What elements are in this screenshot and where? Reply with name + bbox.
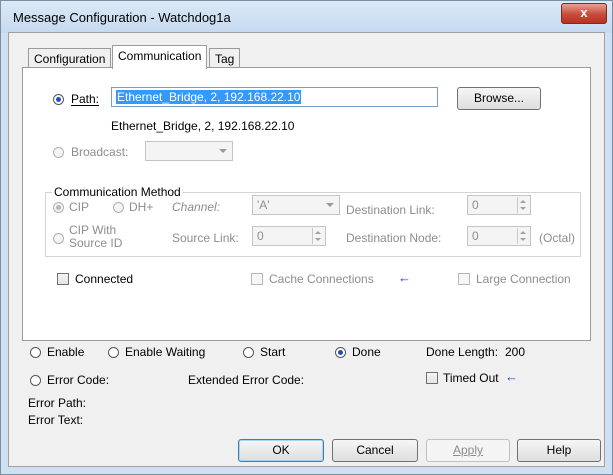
path-input[interactable]: Ethernet_Bridge, 2, 192.168.22.10 <box>111 87 438 107</box>
cip-source-line2: Source ID <box>69 236 123 250</box>
done-length-value: 200 <box>505 345 526 359</box>
tab-communication-label: Communication <box>118 49 202 63</box>
communication-method-title: Communication Method <box>52 185 183 199</box>
destination-node-value: 0 <box>472 229 479 243</box>
connected-checkbox[interactable] <box>57 273 69 285</box>
broadcast-radio[interactable] <box>53 147 64 158</box>
done-length-label: Done Length: <box>426 345 499 359</box>
large-connection-checkbox[interactable] <box>458 273 470 285</box>
error-code-label: Error Code: <box>47 373 110 387</box>
path-input-value: Ethernet_Bridge, 2, 192.168.22.10 <box>116 90 302 104</box>
extended-error-code-label: Extended Error Code: <box>188 373 305 387</box>
cip-radio[interactable] <box>53 202 64 213</box>
cip-label: CIP <box>69 200 90 214</box>
cip-source-id-radio[interactable] <box>53 233 64 244</box>
tab-tag[interactable]: Tag <box>209 48 241 69</box>
arrow-left-icon: ← <box>398 270 411 285</box>
chevron-down-icon <box>326 203 334 207</box>
cip-source-id-label: CIP With Source ID <box>69 224 122 250</box>
tab-communication[interactable]: Communication <box>112 45 208 69</box>
help-button[interactable]: Help <box>517 439 601 462</box>
cancel-button[interactable]: Cancel <box>332 439 418 462</box>
enable-label: Enable <box>47 345 85 359</box>
destination-link-label: Destination Link: <box>346 203 435 217</box>
arrow-left-icon: ← <box>505 369 518 384</box>
start-status-radio <box>243 347 254 358</box>
destination-node-input[interactable]: 0 <box>467 226 531 246</box>
cache-connections-label: Cache Connections <box>269 272 374 286</box>
enable-status-radio <box>30 347 41 358</box>
ok-button[interactable]: OK <box>238 439 324 462</box>
path-label: Path: <box>71 92 100 106</box>
destination-link-input[interactable]: 0 <box>467 195 531 215</box>
chevron-down-icon <box>219 149 227 153</box>
channel-value: 'A' <box>257 198 270 212</box>
resolved-path-text: Ethernet_Bridge, 2, 192.168.22.10 <box>111 119 295 133</box>
enable-waiting-label: Enable Waiting <box>125 345 206 359</box>
timed-out-label: Timed Out <box>443 371 499 385</box>
browse-button[interactable]: Browse... <box>457 87 541 110</box>
error-text-label: Error Text: <box>28 413 84 427</box>
done-label: Done <box>352 345 381 359</box>
cache-connections-checkbox[interactable] <box>251 273 263 285</box>
destination-node-label: Destination Node: <box>346 231 442 245</box>
source-link-value: 0 <box>257 229 264 243</box>
tab-configuration[interactable]: Configuration <box>28 48 112 69</box>
broadcast-dropdown[interactable] <box>145 141 233 161</box>
destination-link-value: 0 <box>472 198 479 212</box>
close-icon: x <box>580 5 588 20</box>
channel-label: Channel: <box>172 200 221 214</box>
start-label: Start <box>260 345 286 359</box>
dh-plus-label: DH+ <box>129 200 154 214</box>
timed-out-checkbox[interactable] <box>426 372 438 384</box>
title-bar[interactable]: Message Configuration - Watchdog1a x <box>1 1 612 33</box>
large-connection-label: Large Connection <box>476 272 571 286</box>
done-status-radio <box>335 347 346 358</box>
enable-waiting-status-radio <box>108 347 119 358</box>
spin-arrows-icon[interactable] <box>312 228 324 244</box>
spin-arrows-icon[interactable] <box>517 228 529 244</box>
dh-plus-radio[interactable] <box>113 202 124 213</box>
tab-configuration-label: Configuration <box>34 52 106 66</box>
source-link-label: Source Link: <box>172 231 239 245</box>
source-link-input[interactable]: 0 <box>252 226 326 246</box>
error-path-label: Error Path: <box>28 396 87 410</box>
spin-arrows-icon[interactable] <box>517 197 529 213</box>
apply-button[interactable]: Apply <box>426 439 510 462</box>
channel-dropdown[interactable]: 'A' <box>252 195 340 215</box>
window-title: Message Configuration - Watchdog1a <box>13 10 231 25</box>
broadcast-label: Broadcast: <box>71 145 129 159</box>
connected-label: Connected <box>75 272 134 286</box>
cip-source-line1: CIP With <box>69 223 117 237</box>
error-code-status-radio <box>30 375 41 386</box>
close-button[interactable]: x <box>561 3 607 24</box>
tab-tag-label: Tag <box>215 52 235 66</box>
octal-label: (Octal) <box>539 231 575 245</box>
path-radio[interactable] <box>53 94 64 105</box>
